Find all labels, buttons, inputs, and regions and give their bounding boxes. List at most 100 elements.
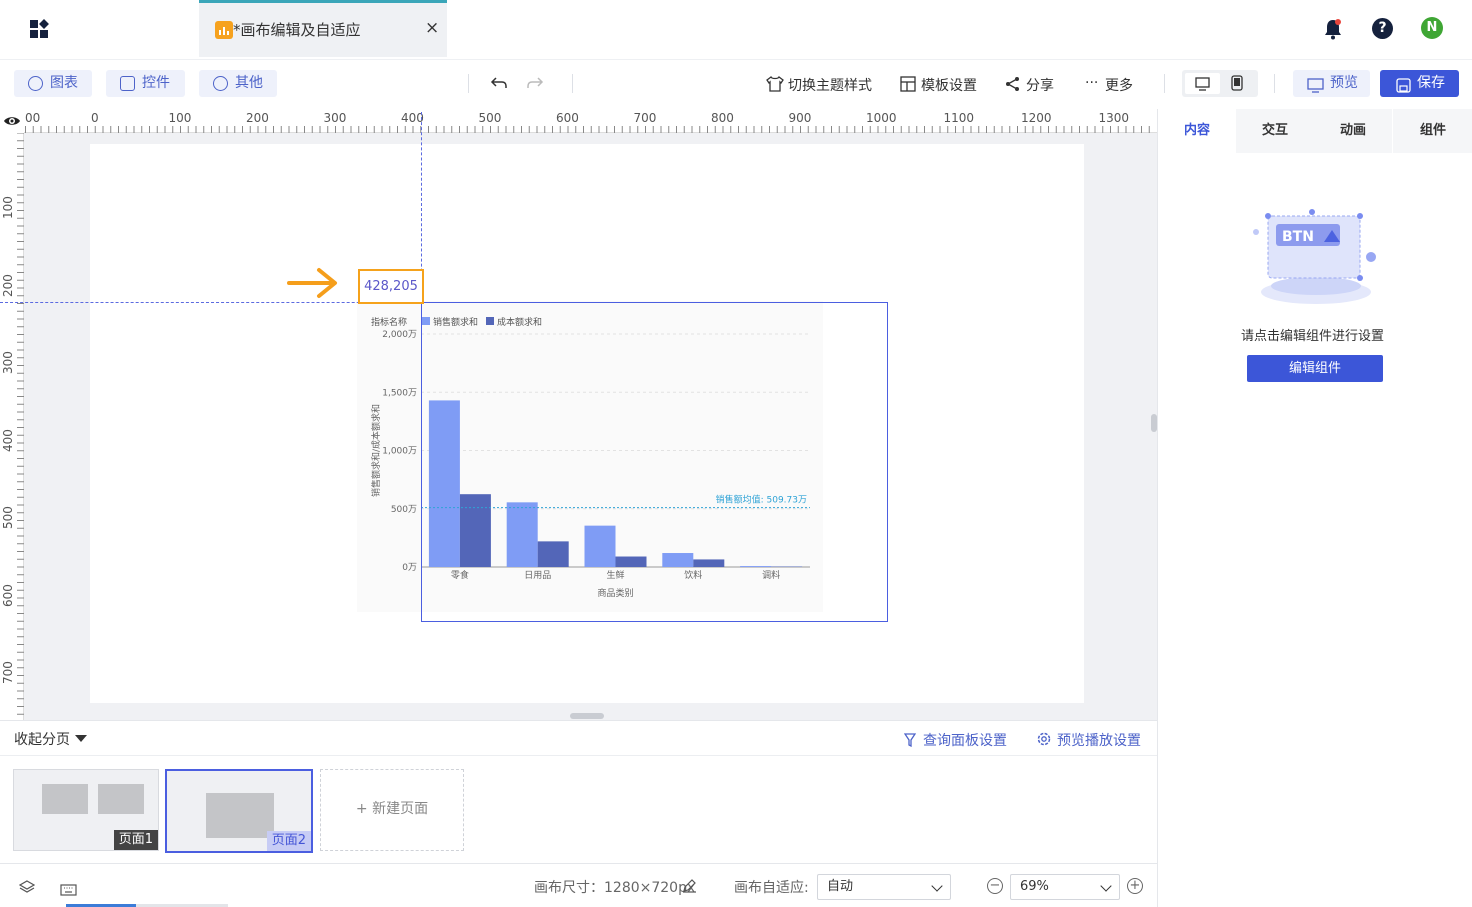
desktop-view-button[interactable]: [1185, 73, 1220, 94]
ruler-label: 1300: [1098, 111, 1130, 125]
y-axis-label: 销售额求和/成本额求和: [370, 404, 382, 497]
gear-icon: [1036, 731, 1052, 751]
zoom-out-button[interactable]: −: [987, 878, 1003, 894]
zoom-select[interactable]: 69%: [1010, 874, 1120, 900]
bell-icon[interactable]: [1324, 18, 1342, 44]
template-settings-button[interactable]: 模板设置: [921, 75, 977, 95]
save-button[interactable]: 保存: [1380, 70, 1459, 97]
ruler-corner[interactable]: [0, 109, 24, 133]
keyboard-icon[interactable]: [60, 881, 77, 900]
canvas-adapt-value: 自动: [827, 879, 854, 894]
horizontal-scrollbar[interactable]: [570, 713, 604, 719]
page-thumbnail-active[interactable]: 页面2: [165, 769, 313, 853]
page-label: 页面2: [266, 831, 311, 851]
tab-animation[interactable]: 动画: [1314, 109, 1392, 153]
more-button[interactable]: 更多: [1105, 75, 1133, 95]
toolbar-divider: [1164, 74, 1165, 93]
layers-icon[interactable]: [18, 879, 36, 899]
tab-content[interactable]: 内容: [1158, 109, 1236, 153]
y-tick-label: 1,500万: [382, 388, 417, 398]
monitor-icon: [1307, 76, 1324, 103]
canvas-adapt-select[interactable]: 自动: [817, 874, 951, 900]
chart-icon: [28, 76, 43, 91]
control-button[interactable]: 控件: [106, 70, 185, 97]
app-grid-icon[interactable]: [28, 17, 52, 41]
page-thumbnail[interactable]: 页面1: [13, 769, 159, 851]
canvas-adapt-label: 画布自适应:: [734, 880, 809, 896]
theme-button[interactable]: 切换主题样式: [788, 75, 872, 95]
edit-component-button[interactable]: 编辑组件: [1247, 355, 1383, 382]
ruler-label: 1200: [1021, 111, 1052, 125]
ruler-label: 100: [168, 111, 192, 125]
arrow-right-icon: [286, 265, 342, 305]
toolbar-divider: [1274, 74, 1275, 93]
ruler-label: 500: [1, 506, 15, 529]
avatar[interactable]: N: [1421, 17, 1443, 39]
preview-button[interactable]: 预览: [1293, 70, 1370, 97]
tab-components[interactable]: 组件: [1393, 109, 1472, 153]
ruler-label: 300: [323, 111, 347, 125]
collapse-pages-button[interactable]: 收起分页: [14, 729, 70, 749]
device-switch: [1182, 70, 1258, 97]
template-icon: [900, 76, 916, 96]
other-button-label: 其他: [235, 75, 263, 91]
page-manager: 收起分页 查询面板设置 预览播放设置 页面1 页面2 + 新建页面: [0, 720, 1157, 863]
status-bar: 画布尺寸：1280×720px 画布自适应: 自动 − 69% +: [0, 863, 1157, 907]
ruler-label: 700: [633, 111, 657, 125]
legend-title: 指标名称: [371, 316, 407, 328]
editor-tab[interactable]: *画布编辑及自适应 ×: [199, 0, 447, 57]
preview-button-label: 预览: [1330, 75, 1358, 91]
toolbar-divider: [468, 74, 469, 93]
coordinate-readout: 428,205: [358, 269, 424, 304]
ruler-label: 200: [1, 273, 15, 297]
pencil-icon[interactable]: [682, 878, 697, 897]
ruler-label: 300: [1, 351, 15, 374]
ruler-label: 500: [478, 111, 502, 125]
ruler-label: 400: [1, 428, 15, 452]
ruler-label: 1100: [943, 111, 975, 125]
filter-icon: [903, 732, 917, 751]
new-page-button[interactable]: + 新建页面: [320, 769, 464, 851]
zoom-in-button[interactable]: +: [1127, 878, 1143, 894]
button-illustration-icon: BTN: [1246, 202, 1386, 318]
ruler-label: 800: [711, 111, 734, 125]
close-icon[interactable]: ×: [425, 18, 439, 38]
more-dots-icon: ···: [1085, 75, 1099, 91]
tab-interaction[interactable]: 交互: [1236, 109, 1314, 153]
ruler-label: 200: [246, 111, 269, 125]
ruler-label: 00: [25, 111, 41, 125]
ruler-label: 0: [91, 111, 99, 125]
empty-hint: 请点击编辑组件进行设置: [1241, 329, 1385, 344]
horizontal-ruler[interactable]: 00 0 100 200 300 400 500 600 700 800 900 1000 1100 12…: [0, 109, 1157, 133]
query-panel-settings[interactable]: 查询面板设置: [923, 730, 1007, 750]
share-button[interactable]: 分享: [1026, 75, 1054, 95]
zoom-value: 69%: [1020, 879, 1049, 894]
ruler-label: 100: [1, 196, 15, 219]
other-button[interactable]: 其他: [199, 70, 277, 97]
mobile-view-icon[interactable]: [1231, 75, 1243, 95]
canvas-size-label: 画布尺寸：1280×720px: [534, 880, 696, 896]
ruler-label: 600: [1, 583, 15, 607]
ruler-label: 900: [788, 111, 812, 125]
save-icon: [1396, 76, 1411, 103]
control-button-label: 控件: [142, 75, 170, 91]
divider: [0, 755, 1157, 756]
tab-title: *画布编辑及自适应: [233, 21, 361, 39]
y-tick-label: 1,000万: [382, 447, 417, 457]
toolbar-divider: [572, 74, 573, 93]
canvas-workspace: 00 0 100 200 300 400 500 600 700 800 900 1000 1100 12…: [0, 109, 1157, 720]
chart-button[interactable]: 图表: [14, 70, 92, 97]
more-circle-icon: [213, 76, 228, 91]
selection-box[interactable]: [421, 302, 888, 622]
preview-play-settings[interactable]: 预览播放设置: [1057, 730, 1141, 750]
undo-icon[interactable]: [490, 75, 508, 95]
theme-icon: [766, 76, 784, 96]
y-tick-label: 0万: [402, 563, 417, 573]
ruler-label: 1000: [866, 111, 897, 125]
caret-down-icon[interactable]: [75, 735, 87, 742]
help-icon[interactable]: ?: [1372, 18, 1393, 39]
share-icon: [1005, 76, 1021, 96]
thumbnail-block: [206, 793, 274, 838]
vertical-ruler[interactable]: 100 200 300 400 500 600 700: [0, 133, 24, 720]
redo-icon[interactable]: [526, 75, 544, 95]
